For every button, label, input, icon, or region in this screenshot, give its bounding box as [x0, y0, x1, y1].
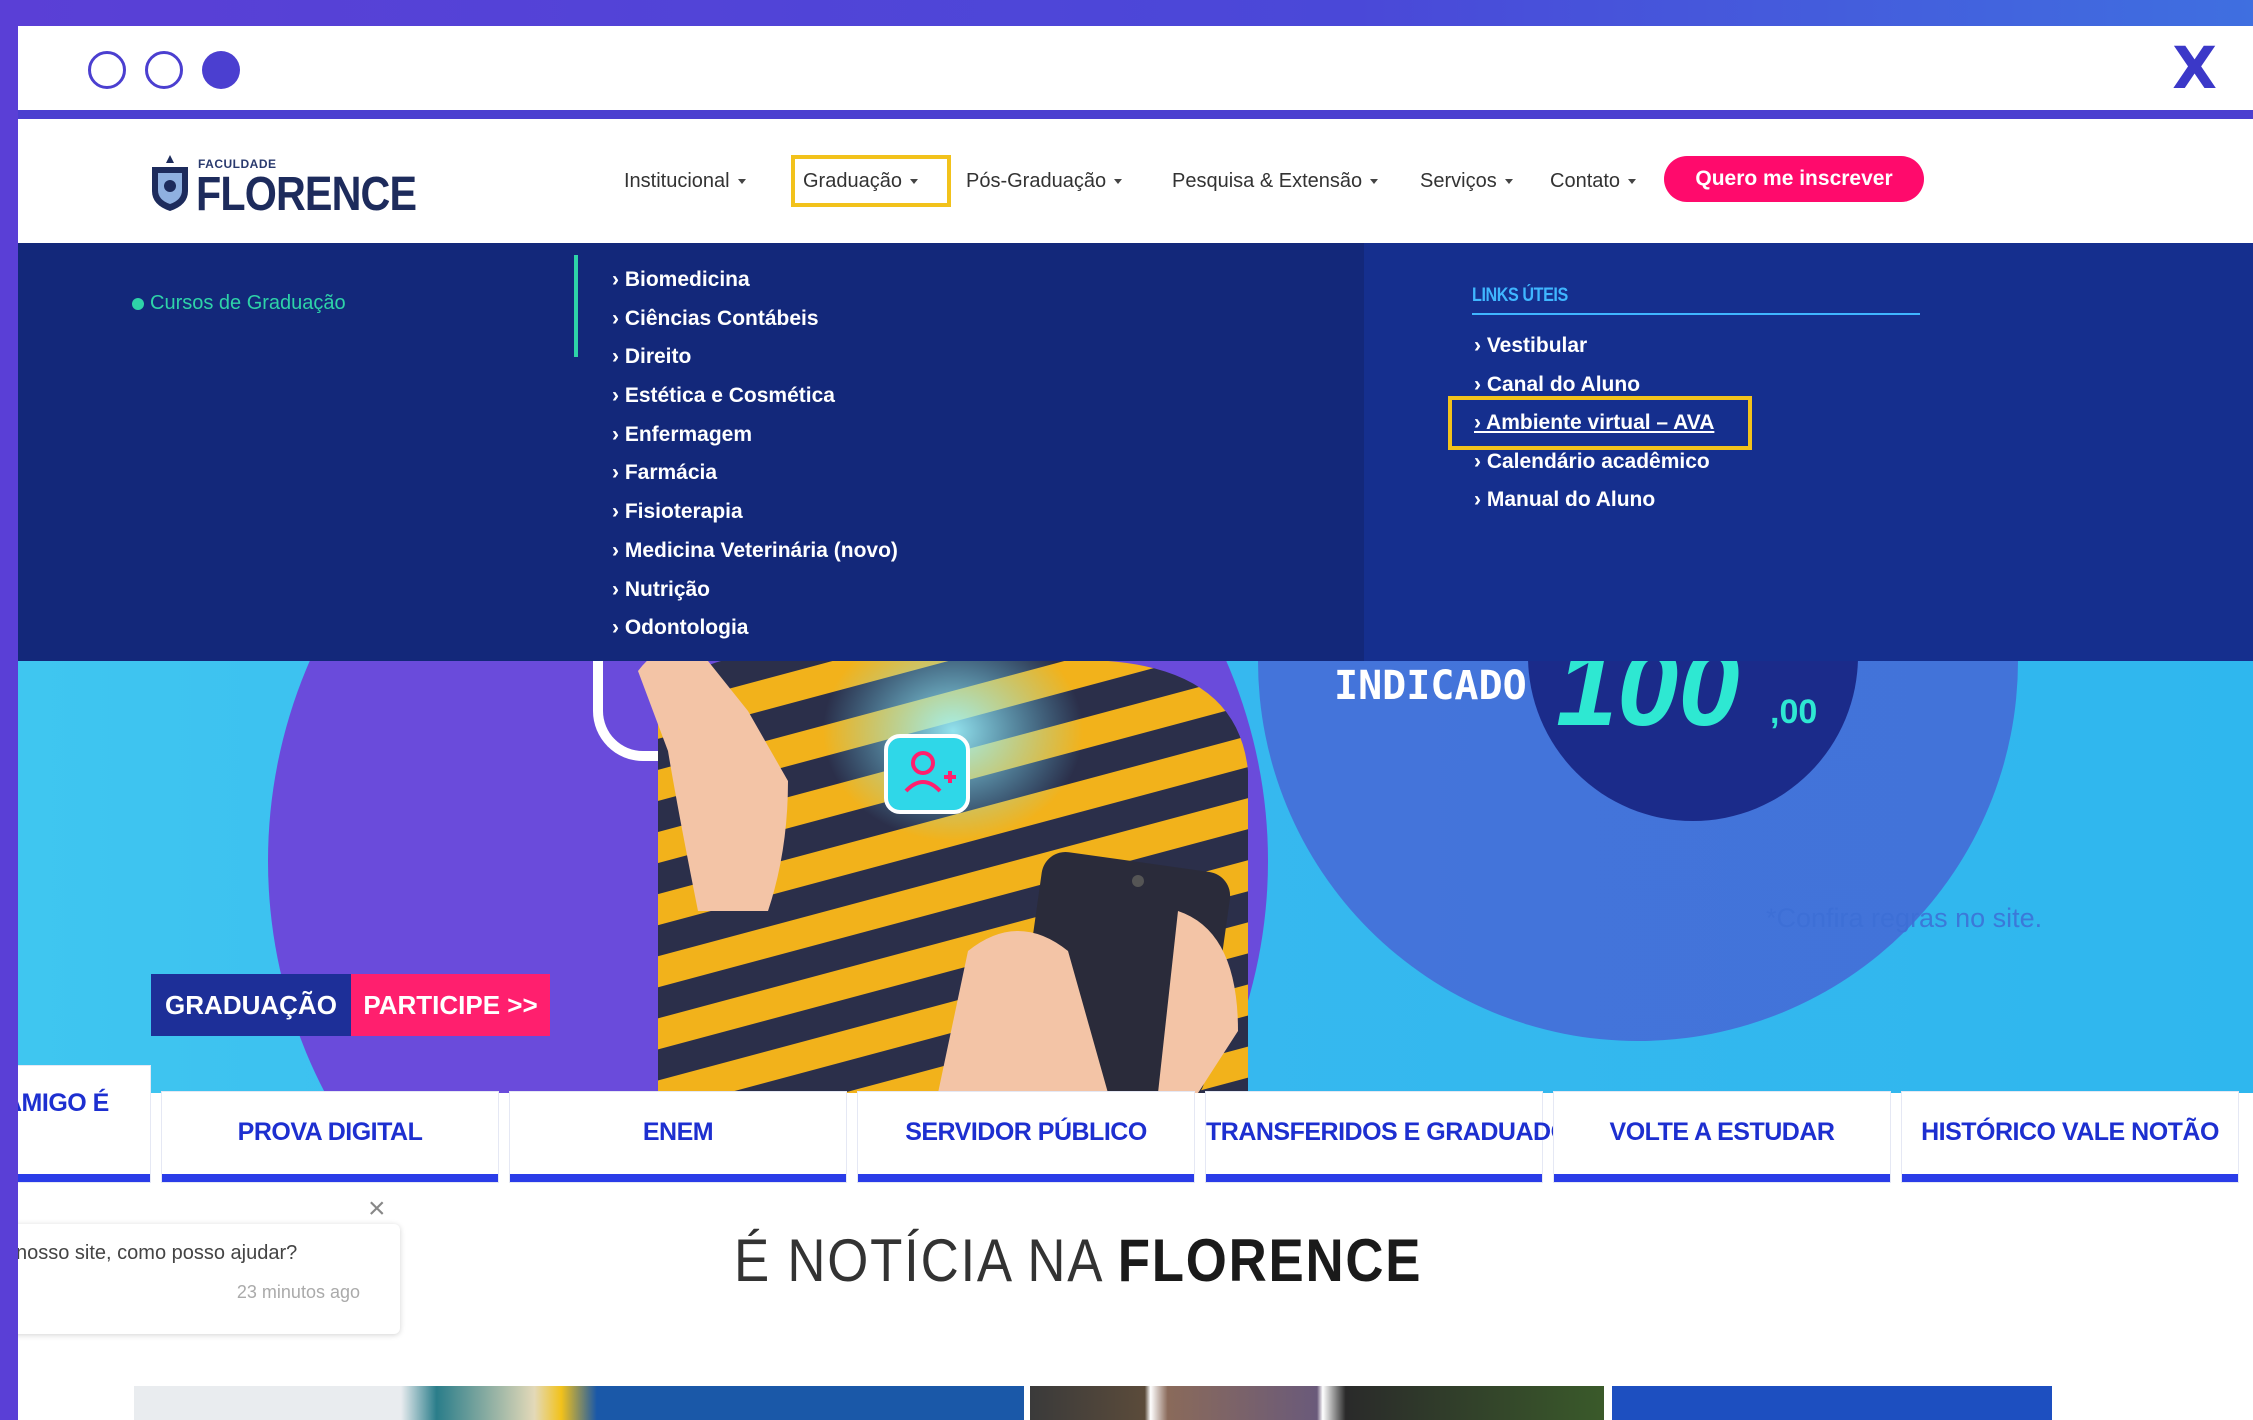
nav-item-institucional[interactable]: Institucional	[616, 155, 754, 207]
tab-servidor-publico[interactable]: SERVIDOR PÚBLICO	[858, 1092, 1194, 1182]
news-thumbnail[interactable]	[1030, 1386, 1604, 1420]
tab-enem[interactable]: ENEM	[510, 1092, 846, 1182]
enroll-button[interactable]: Quero me inscrever	[1664, 156, 1924, 202]
caret-down-icon	[737, 179, 746, 185]
active-indicator	[574, 255, 578, 357]
news-section: nosso site, como posso ajudar? 23 minuto…	[18, 1184, 2253, 1420]
tab-volte-a-estudar[interactable]: VOLTE A ESTUDAR	[1554, 1092, 1890, 1182]
graduacao-mega-menu: Cursos de Graduação › Biomedicina › Ciên…	[18, 243, 2253, 661]
caret-down-icon	[1114, 179, 1123, 185]
logo-title: FLORENCE	[196, 168, 417, 221]
chat-popup[interactable]: nosso site, como posso ajudar? 23 minuto…	[18, 1224, 400, 1334]
florence-logo[interactable]: FACULDADE FLORENCE	[148, 143, 417, 223]
course-link[interactable]: › Nutrição	[612, 571, 898, 610]
tab-historico-vale-notao[interactable]: HISTÓRICO VALE NOTÃO	[1902, 1092, 2238, 1182]
course-link[interactable]: › Direito	[612, 338, 898, 377]
useful-link-vestibular[interactable]: › Vestibular	[1474, 327, 1714, 366]
window-titlebar: X	[18, 26, 2253, 119]
nav-label: Institucional	[624, 170, 730, 192]
course-link[interactable]: › Medicina Veterinária (novo)	[612, 532, 898, 571]
nav-label: Contato	[1550, 170, 1621, 192]
hero-amount-cents: ,00	[1770, 693, 1818, 731]
course-link[interactable]: › Biomedicina	[612, 261, 898, 300]
nav-item-contato[interactable]: Contato	[1542, 155, 1644, 207]
course-link[interactable]: › Fisioterapia	[612, 493, 898, 532]
title-underline	[1472, 313, 1920, 315]
news-thumbnails	[134, 1386, 2052, 1420]
caret-down-icon	[909, 179, 918, 185]
admission-tabs: AMIGO É + PROVA DIGITAL ENEM SERVIDOR PÚ…	[18, 1066, 2253, 1184]
useful-links-title: LINKS ÚTEIS	[1472, 285, 1568, 306]
window-control-dot[interactable]	[88, 51, 126, 89]
caret-down-icon	[1628, 179, 1637, 185]
nav-item-pos-graduacao[interactable]: Pós-Graduação	[958, 155, 1130, 207]
nav-item-graduacao[interactable]: Graduação	[791, 155, 951, 207]
news-thumbnail[interactable]	[134, 1386, 1024, 1420]
headline-prefix: É NOTÍCIA NA	[734, 1227, 1118, 1294]
tab-label: AMIGO É	[18, 1089, 109, 1117]
hero-amount: 100	[1556, 661, 1740, 749]
caret-down-icon	[1370, 179, 1379, 185]
nav-label: Pesquisa & Extensão	[1172, 170, 1363, 192]
course-link[interactable]: › Estética e Cosmética	[612, 377, 898, 416]
tab-amigo[interactable]: AMIGO É +	[18, 1066, 150, 1182]
participe-button[interactable]: PARTICIPE >>	[351, 974, 550, 1036]
course-link[interactable]: › Odontologia	[612, 609, 898, 648]
person-with-phone-image	[638, 661, 1248, 1093]
site-header: FACULDADE FLORENCE Institucional Graduaç…	[18, 119, 2253, 243]
ava-highlight-box	[1448, 396, 1752, 450]
tab-prova-digital[interactable]: PROVA DIGITAL	[162, 1092, 498, 1182]
browser-window: X FACULDADE FLORENCE Institucional Gradu…	[18, 26, 2253, 1420]
chat-close-icon[interactable]: ×	[368, 1194, 386, 1224]
menu-category-courses[interactable]: Cursos de Graduação	[132, 292, 346, 315]
news-thumbnail[interactable]	[1612, 1386, 2052, 1420]
caret-down-icon	[1504, 179, 1513, 185]
nav-label: Serviços	[1420, 170, 1497, 192]
close-window-button[interactable]: X	[2172, 36, 2217, 100]
nav-label: Pós-Graduação	[966, 170, 1107, 192]
course-link[interactable]: › Enfermagem	[612, 416, 898, 455]
course-link[interactable]: › Farmácia	[612, 454, 898, 493]
window-control-dot[interactable]	[145, 51, 183, 89]
tab-transferidos-graduados[interactable]: TRANSFERIDOS E GRADUADOS	[1206, 1092, 1586, 1182]
bullet-icon	[132, 297, 144, 310]
hero-rules-note: *Confira regras no site.	[1766, 903, 2043, 933]
hero-indicado-text: INDICADO	[1334, 663, 1527, 709]
news-headline: É NOTÍCIA NA FLORENCE	[734, 1226, 1422, 1295]
category-label: Cursos de Graduação	[150, 292, 346, 314]
nav-item-pesquisa-extensao[interactable]: Pesquisa & Extensão	[1164, 155, 1386, 207]
nav-label: Graduação	[803, 170, 902, 192]
course-list: › Biomedicina › Ciências Contábeis › Dir…	[612, 261, 898, 648]
headline-brand: FLORENCE	[1117, 1227, 1423, 1294]
hero-banner[interactable]: INDICADO 100 ,00 *Confira regras no site…	[18, 661, 2253, 1093]
nav-item-servicos[interactable]: Serviços	[1412, 155, 1521, 207]
chat-timestamp: 23 minutos ago	[236, 1282, 360, 1302]
graduacao-tag[interactable]: GRADUAÇÃO	[151, 974, 351, 1036]
shield-icon	[152, 155, 188, 211]
window-control-dot[interactable]	[202, 51, 240, 89]
useful-link-manual[interactable]: › Manual do Aluno	[1474, 481, 1714, 520]
course-link[interactable]: › Ciências Contábeis	[612, 300, 898, 339]
chat-message: nosso site, como posso ajudar?	[18, 1242, 298, 1264]
